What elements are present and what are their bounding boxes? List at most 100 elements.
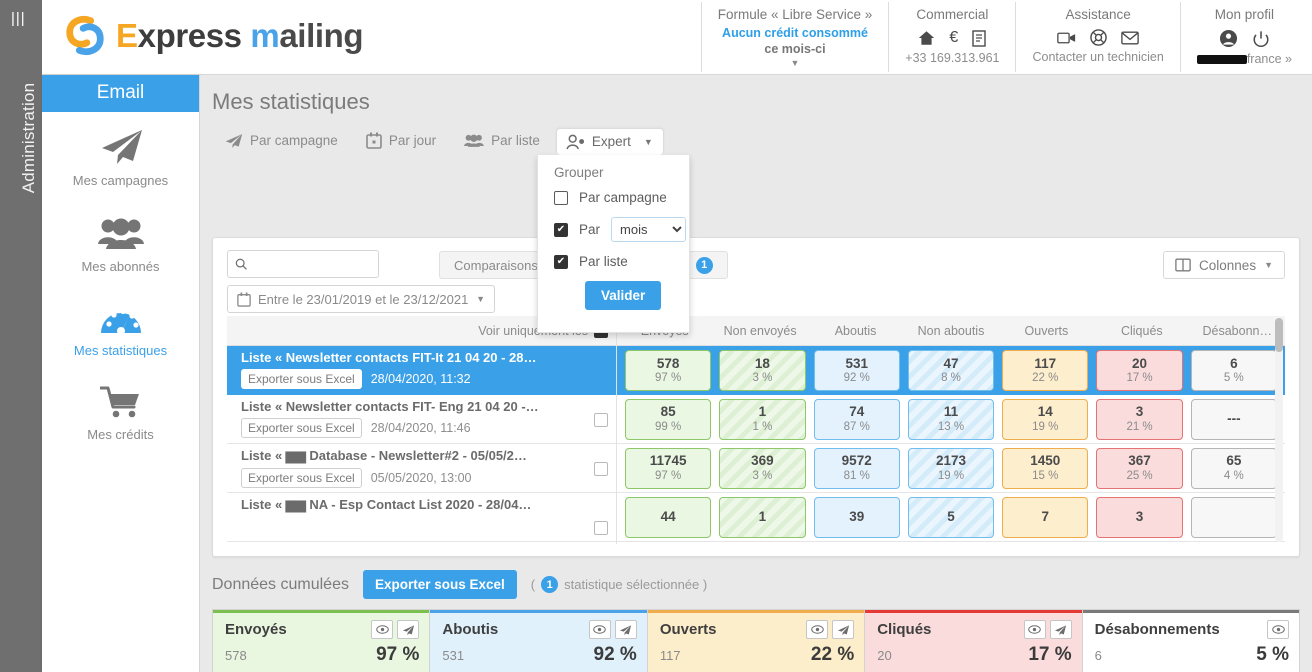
sidebar-item-mes-statistiques[interactable]: Mes statistiques (42, 286, 199, 370)
cell-value: 14 (1037, 404, 1053, 420)
home-icon[interactable] (918, 30, 935, 46)
header-group-formule[interactable]: Formule « Libre Service » Aucun crédit c… (700, 2, 889, 72)
formule-title: Formule « Libre Service » (717, 7, 873, 22)
user-icon[interactable] (1219, 29, 1238, 48)
paper-plane-icon[interactable] (397, 620, 420, 639)
expert-grouper-dropdown: Grouper Par campagne Par mois Par liste … (537, 155, 690, 333)
cumulated-export-button[interactable]: Exporter sous Excel (362, 570, 517, 599)
col-header-non-envoyes[interactable]: Non envoyés (712, 324, 807, 338)
columns-button[interactable]: Colonnes ▼ (1163, 251, 1285, 279)
cell-pct: 19 % (1032, 420, 1059, 433)
row-checkbox[interactable] (594, 521, 608, 535)
eye-icon[interactable] (588, 620, 611, 639)
chevron-down-icon: ▼ (1264, 260, 1273, 270)
paper-plane-icon[interactable] (832, 620, 855, 639)
card-count: 531 (442, 648, 465, 663)
menu-burger-icon[interactable]: ||| (11, 10, 26, 27)
export-excel-button[interactable]: Exporter sous Excel (241, 418, 362, 438)
tab-par-liste[interactable]: Par liste (452, 126, 556, 156)
sidebar-item-mes-credits[interactable]: Mes crédits (42, 370, 199, 454)
scrollbar-thumb[interactable] (1275, 318, 1283, 352)
card-count: 117 (659, 648, 681, 663)
sidebar-item-mes-campagnes[interactable]: Mes campagnes (42, 112, 199, 200)
periode-select[interactable]: mois (611, 217, 687, 242)
table-row[interactable]: Liste « ▆▆ NA - Esp Contact List 2020 - … (227, 493, 616, 542)
col-header-ouverts[interactable]: Ouverts (999, 324, 1094, 338)
cell-pct: 25 % (1126, 469, 1153, 482)
table-vertical-scrollbar[interactable] (1275, 318, 1283, 542)
row-checkbox[interactable] (594, 462, 608, 476)
tab-label: Par campagne (250, 133, 338, 148)
stat-cell: 531 92 % (813, 350, 900, 391)
date-range-picker[interactable]: Entre le 23/01/2019 et le 23/12/2021 ▼ (227, 285, 495, 313)
paper-plane-icon[interactable] (614, 620, 637, 639)
cell-value: 117 (1034, 355, 1057, 371)
col-header-aboutis[interactable]: Aboutis (808, 324, 903, 338)
document-icon[interactable] (972, 29, 987, 47)
card-icons (371, 620, 420, 639)
main-content: Mes statistiques Par campagne Par jour P… (200, 75, 1312, 672)
valider-button[interactable]: Valider (585, 281, 662, 310)
paper-plane-icon[interactable] (1049, 620, 1072, 639)
mail-icon[interactable] (1121, 30, 1139, 45)
euro-icon[interactable]: € (949, 29, 958, 47)
card-primary-row: Aboutis 531 92 % (430, 613, 647, 672)
cell-pct: 21 % (1126, 420, 1153, 433)
commercial-title: Commercial (916, 7, 989, 22)
assistance-contact[interactable]: Contacter un technicien (1032, 50, 1163, 64)
cell-pct: 3 % (752, 372, 773, 385)
chevron-down-icon[interactable]: ▼ (791, 58, 800, 68)
stat-cell: 74 87 % (813, 398, 900, 440)
dropdown-option-par-periode[interactable]: Par mois (554, 217, 689, 242)
calendar-icon (237, 292, 251, 307)
eye-icon[interactable] (1023, 620, 1046, 639)
date-range-label: Entre le 23/01/2019 et le 23/12/2021 (258, 291, 469, 307)
table-row[interactable]: Liste « ▆▆ Database - Newsletter#2 - 05/… (227, 444, 616, 493)
checkbox-par-periode[interactable] (554, 222, 568, 237)
cell-value: 18 (754, 355, 770, 371)
subtab-comparaisons[interactable]: Comparaisons (440, 252, 553, 278)
table-row[interactable]: Liste « Newsletter contacts FIT- Eng 21 … (227, 395, 616, 444)
card-icons (588, 620, 637, 639)
lifebuoy-icon[interactable] (1090, 29, 1107, 46)
cell-value: --- (1227, 411, 1241, 427)
list-name: Liste « ▆▆ NA - Esp Contact List 2020 - … (241, 497, 532, 512)
cell-value: 1 (758, 404, 767, 420)
brand-logo[interactable]: Express mailing (62, 14, 364, 58)
tab-par-campagne[interactable]: Par campagne (212, 126, 354, 157)
tab-par-jour[interactable]: Par jour (354, 125, 452, 157)
row-checkbox[interactable] (594, 413, 608, 427)
cell-value: 39 (849, 509, 865, 525)
eye-icon[interactable] (371, 620, 394, 639)
search-box[interactable] (227, 250, 379, 278)
col-header-desabonnements[interactable]: Désabonn… (1190, 324, 1285, 338)
stat-cell: 14 19 % (1002, 398, 1089, 440)
checkbox-par-liste[interactable] (554, 254, 568, 269)
checkbox-par-campagne[interactable] (554, 190, 568, 205)
search-input[interactable] (252, 256, 371, 272)
video-camera-icon[interactable] (1057, 31, 1076, 45)
sidebar-item-mes-abonnes[interactable]: Mes abonnés (42, 200, 199, 286)
export-excel-button[interactable]: Exporter sous Excel (241, 369, 362, 389)
tab-expert[interactable]: Expert ▼ (555, 127, 664, 155)
sidebar-section-email[interactable]: Email (42, 75, 199, 112)
eye-icon[interactable] (806, 620, 829, 639)
dropdown-option-par-campagne[interactable]: Par campagne (554, 190, 689, 205)
cumul-card-envoyes: Envoyés 578 97 % Non envoyés (212, 609, 431, 672)
dropdown-title: Grouper (554, 165, 604, 180)
table-row[interactable]: Liste « Newsletter contacts FIT-It 21 04… (227, 346, 616, 395)
dropdown-option-par-liste[interactable]: Par liste (554, 254, 689, 269)
stat-cell: 20 17 % (1096, 350, 1183, 391)
cell-value: 6 (1230, 355, 1238, 371)
admin-rail-label: Administration (19, 82, 38, 194)
eye-icon[interactable] (1267, 620, 1290, 639)
col-header-cliques[interactable]: Cliqués (1094, 324, 1189, 338)
commercial-phone: +33 169.313.961 (905, 51, 1000, 65)
stat-cell: 5 (907, 496, 995, 538)
header-group-assistance: Assistance Contacter un technicien (1015, 2, 1179, 72)
card-primary-row: Ouverts 117 22 % (647, 613, 865, 672)
power-icon[interactable] (1252, 30, 1270, 48)
export-excel-button[interactable]: Exporter sous Excel (241, 468, 362, 488)
col-header-non-aboutis[interactable]: Non aboutis (903, 324, 998, 338)
cell-value: 1450 (1030, 453, 1061, 469)
